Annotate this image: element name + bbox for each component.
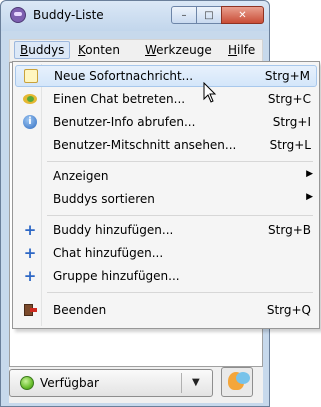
menu-item-shortcut: Strg+C bbox=[267, 92, 311, 106]
menu-item-label: Buddys sortieren bbox=[53, 192, 155, 206]
speech-bubble-icon bbox=[236, 372, 250, 384]
pidgin-app-icon bbox=[10, 7, 26, 23]
chat-icon bbox=[23, 92, 37, 106]
menu-separator bbox=[47, 292, 313, 293]
menu-bar: Buddys Konten Werkzeuge Hilfe bbox=[9, 39, 263, 62]
submenu-arrow-icon: ▶ bbox=[306, 192, 313, 202]
menu-item-shortcut: Strg+I bbox=[272, 115, 311, 129]
maximize-button[interactable]: □ bbox=[196, 6, 222, 24]
menu-item-label: Anzeigen bbox=[53, 169, 109, 183]
menu-item-shortcut: Strg+B bbox=[268, 223, 311, 237]
status-selector[interactable]: Verfügbar ▼ bbox=[9, 369, 213, 397]
menu-item-new-message[interactable]: Neue Sofortnachricht... Strg+M bbox=[15, 65, 317, 87]
menu-item-join-chat[interactable]: Einen Chat betreten... Strg+C bbox=[15, 89, 317, 111]
menu-separator bbox=[47, 161, 313, 162]
menu-item-label: Chat hinzufügen... bbox=[53, 246, 164, 260]
menu-item-label: Buddy hinzufügen... bbox=[53, 223, 174, 237]
menu-separator bbox=[47, 215, 313, 216]
combo-divider bbox=[181, 373, 182, 393]
menu-item-label: Gruppe hinzufügen... bbox=[53, 269, 180, 283]
menu-item-label: Benutzer-Mitschnitt ansehen... bbox=[53, 138, 237, 152]
available-status-icon bbox=[20, 376, 34, 390]
menu-item-label: Neue Sofortnachricht... bbox=[54, 69, 194, 83]
menu-konten[interactable]: Konten bbox=[78, 43, 120, 57]
exit-icon bbox=[23, 303, 37, 317]
menu-item-sort-buddies[interactable]: Buddys sortieren ▶ bbox=[15, 189, 317, 211]
title-bar[interactable]: Buddy-Liste – □ ✕ bbox=[1, 1, 269, 31]
buddy-icon-button[interactable] bbox=[221, 367, 253, 397]
window-title: Buddy-Liste bbox=[33, 8, 104, 22]
close-button[interactable]: ✕ bbox=[221, 6, 264, 24]
mouse-cursor-icon bbox=[203, 82, 217, 103]
submenu-arrow-icon: ▶ bbox=[306, 169, 313, 179]
note-icon bbox=[24, 69, 38, 83]
menu-item-label: Benutzer-Info abrufen... bbox=[53, 115, 196, 129]
plus-icon: + bbox=[23, 267, 37, 285]
menu-item-quit[interactable]: Beenden Strg+Q bbox=[15, 300, 317, 322]
menu-item-user-info[interactable]: i Benutzer-Info abrufen... Strg+I bbox=[15, 112, 317, 134]
menu-hilfe[interactable]: Hilfe bbox=[228, 43, 255, 57]
plus-icon: + bbox=[23, 221, 37, 239]
plus-icon: + bbox=[23, 244, 37, 262]
chevron-down-icon[interactable]: ▼ bbox=[192, 377, 200, 388]
menu-item-shortcut: Strg+M bbox=[264, 69, 310, 83]
menu-item-add-chat[interactable]: + Chat hinzufügen... bbox=[15, 243, 317, 265]
menu-werkzeuge[interactable]: Werkzeuge bbox=[145, 43, 212, 57]
menu-item-show[interactable]: Anzeigen ▶ bbox=[15, 166, 317, 188]
menu-item-add-buddy[interactable]: + Buddy hinzufügen... Strg+B bbox=[15, 220, 317, 242]
minimize-button[interactable]: – bbox=[171, 6, 197, 24]
status-label: Verfügbar bbox=[40, 376, 99, 390]
menu-item-view-log[interactable]: Benutzer-Mitschnitt ansehen... Strg+L bbox=[15, 135, 317, 157]
menu-item-label: Beenden bbox=[53, 303, 107, 317]
menu-buddys[interactable]: Buddys bbox=[14, 41, 71, 59]
menu-item-shortcut: Strg+Q bbox=[266, 303, 311, 317]
menu-item-add-group[interactable]: + Gruppe hinzufügen... bbox=[15, 266, 317, 288]
menu-item-shortcut: Strg+L bbox=[269, 138, 311, 152]
info-icon: i bbox=[23, 115, 37, 129]
menu-item-label: Einen Chat betreten... bbox=[53, 92, 186, 106]
buddys-dropdown-menu: Neue Sofortnachricht... Strg+M Einen Cha… bbox=[12, 61, 320, 329]
